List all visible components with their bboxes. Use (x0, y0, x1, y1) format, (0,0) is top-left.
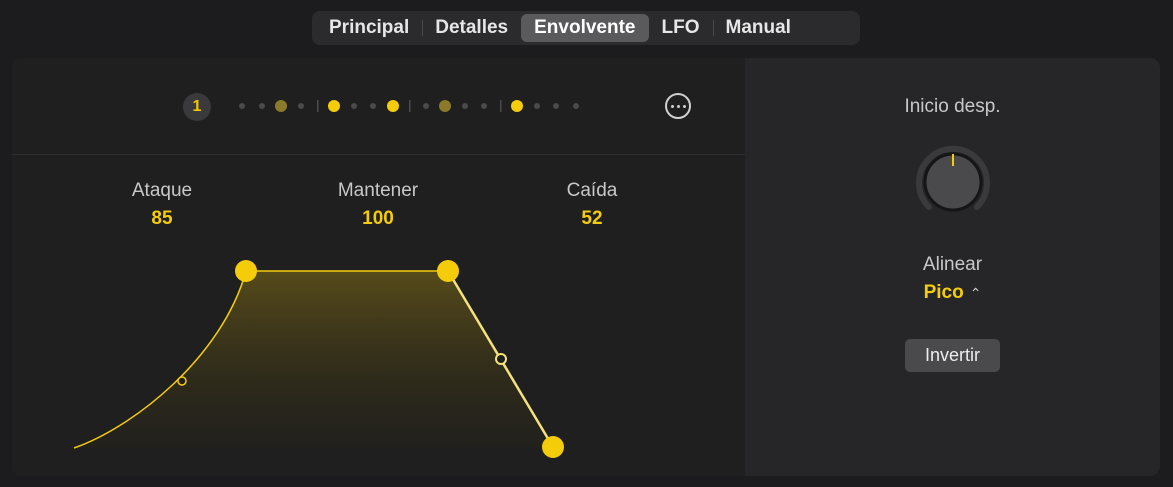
invert-button[interactable]: Invertir (905, 339, 1000, 372)
offset-label: Inicio desp. (904, 96, 1001, 117)
attack-curve-handle (177, 376, 187, 386)
envelope-panel: 1 Ataque 85 Mantener 100 Caída 52 Inicio… (12, 58, 1160, 476)
chevron-up-down-icon[interactable]: ⌃ (970, 285, 982, 301)
align-label: Alinear (922, 254, 983, 275)
decay-end-point (542, 436, 564, 458)
envelope-graph[interactable] (12, 58, 745, 476)
envelope-options: Inicio desp. Alinear Pico ⌃ Invertir (745, 58, 1160, 476)
hold-point (437, 260, 459, 282)
tab-principal[interactable]: Principal (316, 14, 424, 42)
envelope-editor: 1 Ataque 85 Mantener 100 Caída 52 (12, 58, 745, 476)
decay-curve-handle (495, 353, 507, 365)
tab-manual[interactable]: Manual (713, 14, 804, 42)
tab-lfo[interactable]: LFO (649, 14, 714, 42)
align-selector[interactable]: Pico ⌃ (745, 282, 1160, 304)
envelope-fill (74, 271, 553, 448)
tab-bar: Principal Detalles Envolvente LFO Manual (312, 11, 860, 45)
rotary-knob-icon[interactable] (903, 132, 1003, 232)
tab-envolvente[interactable]: Envolvente (521, 14, 649, 42)
align-value[interactable]: Pico (924, 282, 964, 303)
tab-detalles[interactable]: Detalles (422, 14, 522, 42)
attack-point (235, 260, 257, 282)
